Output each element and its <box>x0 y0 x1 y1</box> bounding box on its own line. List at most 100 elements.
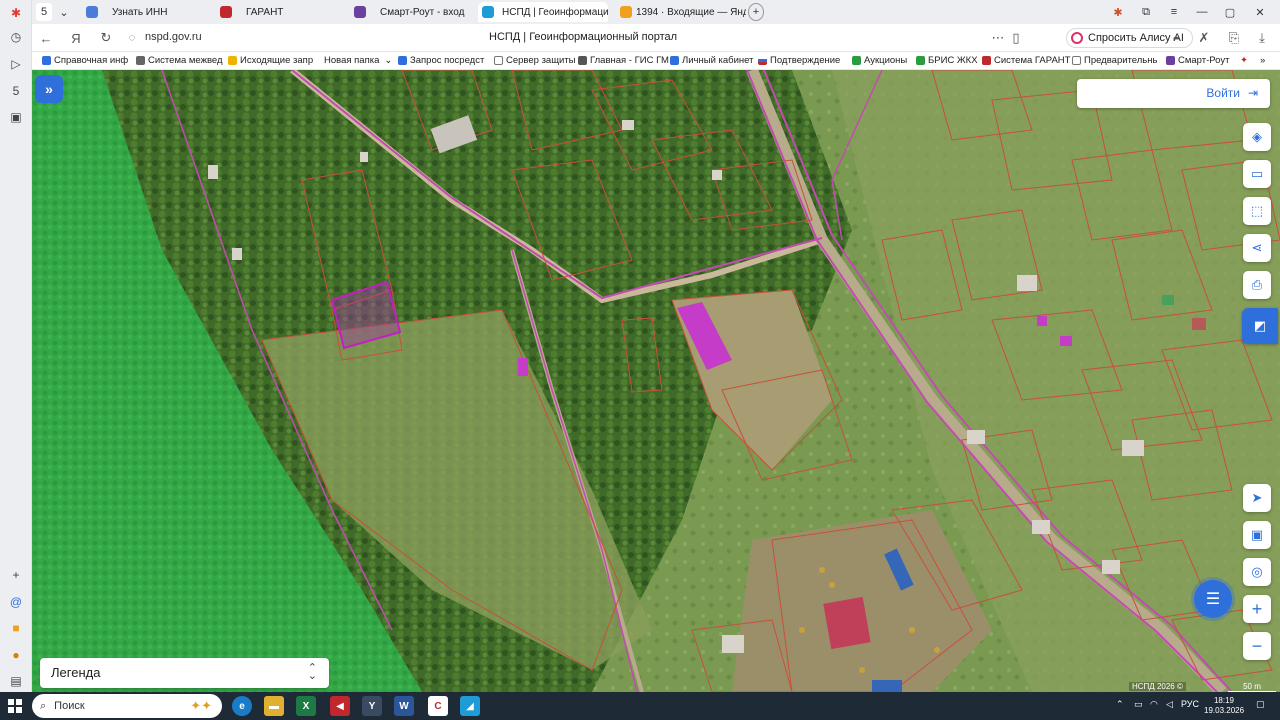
new-tab-button[interactable]: + <box>748 3 764 21</box>
search-location-button[interactable]: ◎ <box>1243 558 1271 586</box>
satellite-imagery[interactable] <box>32 70 1280 692</box>
taskbar-search[interactable]: ⌕ Поиск ✦✦ <box>32 694 222 718</box>
bookmark-item[interactable]: Система межвед <box>136 55 223 66</box>
bookmark-item[interactable]: Подтверждение <box>758 55 840 66</box>
page-icon <box>494 56 503 65</box>
sparkle-icon: ✦✦ <box>190 698 212 713</box>
app-icon[interactable]: ● <box>7 646 25 664</box>
bookmark-label: Аукционы <box>864 55 908 66</box>
map-copyright: НСПД 2026 © <box>1129 682 1186 691</box>
yandex-icon[interactable]: Я <box>68 30 84 46</box>
bookmark-icon[interactable]: ▯ <box>1008 30 1024 46</box>
bookmark-item[interactable]: ✦ <box>1240 55 1248 66</box>
app-icon[interactable]: C <box>428 696 448 716</box>
bookmark-item[interactable]: Смарт-Роут <box>1166 55 1229 66</box>
minimap-button[interactable]: ▣ <box>1243 521 1271 549</box>
mail-icon[interactable]: @ <box>7 593 25 611</box>
print-icon: ⎙ <box>1251 277 1263 292</box>
login-button[interactable]: Войти ⇥ <box>1077 79 1270 108</box>
legend-label: Легенда <box>51 665 101 680</box>
share-button[interactable]: ⋖ <box>1243 234 1271 262</box>
volume-icon[interactable]: ◁ <box>1166 699 1173 710</box>
map-view[interactable]: » Войти ⇥ ◈ ▭ ⬚ ⋖ ⎙ ◩ ➤ ▣ ◎ + − ☰ Легенд… <box>32 70 1280 692</box>
notifications-icon[interactable]: ▢ <box>1256 699 1265 710</box>
maximize-icon[interactable]: ▢ <box>1222 3 1238 21</box>
add-panel-icon[interactable]: + <box>7 566 25 584</box>
bookmark-item[interactable]: Запрос посредст <box>398 55 484 66</box>
site-info-icon[interactable]: ◌ <box>124 30 140 46</box>
bookmarks-icon[interactable]: ⧉ <box>1138 3 1154 21</box>
bookmark-item[interactable]: БРИС ЖКХ <box>916 55 978 66</box>
bookmark-item[interactable]: Сервер защиты <box>494 55 576 66</box>
yandex-logo-icon[interactable]: ✱ <box>7 4 25 22</box>
tab-smart-route[interactable]: Смарт-Роут - вход <box>350 2 474 22</box>
extension-icon[interactable]: ✱ <box>1110 3 1126 21</box>
sidebar-settings-icon[interactable]: ▤ <box>7 672 25 690</box>
excel-icon[interactable]: X <box>296 696 316 716</box>
extension-icon[interactable]: ◓ <box>1168 30 1184 46</box>
more-icon[interactable]: ⋯ <box>990 30 1006 46</box>
bookmark-folder[interactable]: Новая папка ⌄ <box>324 55 392 66</box>
app-icon[interactable]: ■ <box>7 619 25 637</box>
zoom-in-button[interactable]: + <box>1243 595 1271 623</box>
more-bookmarks-icon[interactable]: » <box>1260 55 1265 66</box>
language-indicator[interactable]: РУС <box>1181 699 1199 709</box>
tab-favicon-icon <box>86 6 98 18</box>
download-icon[interactable]: ⤓ <box>1254 30 1270 46</box>
cadastre-tool-button[interactable]: ◩ <box>1242 308 1278 344</box>
bookmark-item[interactable]: Справочная инф <box>42 55 128 66</box>
layers-button[interactable]: ◈ <box>1243 123 1271 151</box>
tab-favicon-icon <box>220 6 232 18</box>
zoom-out-button[interactable]: − <box>1243 632 1271 660</box>
wifi-icon[interactable]: ◠ <box>1150 699 1158 710</box>
bookmark-label: Сервер защиты <box>506 55 576 66</box>
locate-button[interactable]: ➤ <box>1243 484 1271 512</box>
windows-start-icon[interactable] <box>8 699 22 713</box>
chevron-down-icon: ⌄ <box>384 55 393 66</box>
tab-count-badge[interactable]: 5 <box>36 3 52 21</box>
expand-panel-button[interactable]: » <box>35 75 63 103</box>
select-area-button[interactable]: ⬚ <box>1243 197 1271 225</box>
bookmark-item[interactable]: Исходящие запр <box>228 55 313 66</box>
bookmark-item[interactable]: Главная - ГИС ГМ <box>578 55 669 66</box>
bookmark-item[interactable]: Личный кабинет <box>670 55 753 66</box>
chat-button[interactable]: ☰ <box>1194 580 1232 618</box>
tab-garant[interactable]: ГАРАНТ <box>216 2 340 22</box>
word-icon[interactable]: W <box>394 696 414 716</box>
search-label: Поиск <box>54 700 85 712</box>
extension-icon[interactable]: ⎘ <box>1226 30 1242 46</box>
bookmark-favicon-icon <box>42 56 51 65</box>
bookmark-item[interactable]: Предварительнь <box>1072 55 1157 66</box>
bookmark-label: Система ГАРАНТ <box>994 55 1071 66</box>
tray-chevron-icon[interactable]: ⌃ <box>1116 699 1124 710</box>
print-button[interactable]: ⎙ <box>1243 271 1271 299</box>
edge-icon[interactable]: e <box>232 696 252 716</box>
garant-icon[interactable]: ◀ <box>330 696 350 716</box>
bookmark-item[interactable]: Система ГАРАНТ <box>982 55 1070 66</box>
url-field[interactable]: nspd.gov.ru <box>145 31 202 43</box>
screenshot-icon[interactable]: ▣ <box>7 108 25 126</box>
legend-dropdown[interactable]: Легенда ⌃ ⌄ <box>40 658 329 688</box>
clock[interactable]: 18:19 19.03.2026 <box>1204 696 1244 716</box>
yandex-browser-icon[interactable]: Y <box>362 696 382 716</box>
reload-icon[interactable]: ↻ <box>98 30 114 46</box>
extension-icon[interactable]: ✗ <box>1196 30 1212 46</box>
tab-count-icon[interactable]: 5 <box>7 82 25 100</box>
tab-inn[interactable]: Узнать ИНН <box>82 2 206 22</box>
tab-yandex-mail[interactable]: 1394 · Входящие — Яндек <box>616 2 746 22</box>
bookmark-item[interactable]: Аукционы <box>852 55 907 66</box>
select-area-icon: ⬚ <box>1250 203 1264 218</box>
app-icon[interactable]: ◢ <box>460 696 480 716</box>
minimize-icon[interactable]: — <box>1194 3 1210 21</box>
close-window-icon[interactable]: ✕ <box>1252 3 1268 21</box>
file-explorer-icon[interactable]: ▬ <box>264 696 284 716</box>
tab-nspd[interactable]: НСПД | Геоинформаци ✕ <box>478 2 608 22</box>
tab-list-chevron-icon[interactable]: ⌄ <box>56 3 72 21</box>
history-icon[interactable]: ◷ <box>7 28 25 46</box>
play-icon[interactable]: ▷ <box>7 55 25 73</box>
bookmark-label: Запрос посредст <box>410 55 485 66</box>
back-icon[interactable]: ← <box>38 30 54 46</box>
menu-icon[interactable]: ≡ <box>1166 3 1182 21</box>
network-icon[interactable]: ▭ <box>1134 699 1143 710</box>
ruler-button[interactable]: ▭ <box>1243 160 1271 188</box>
